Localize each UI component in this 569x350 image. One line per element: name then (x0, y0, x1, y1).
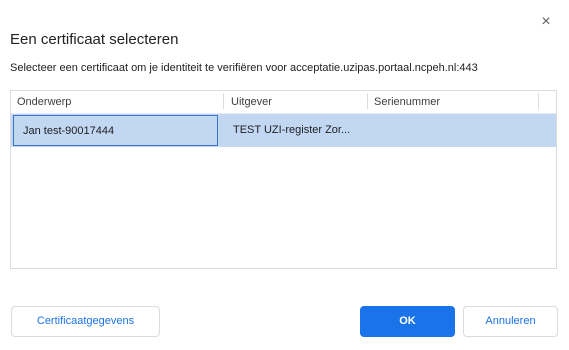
column-divider[interactable] (367, 93, 368, 109)
certificate-table: Onderwerp Uitgever Serienummer Jan test-… (10, 90, 557, 269)
cancel-button[interactable]: Annuleren (463, 306, 558, 337)
column-header-serial[interactable]: Serienummer (374, 91, 440, 113)
dialog-subtitle: Selecteer een certificaat om je identite… (10, 62, 478, 74)
column-divider[interactable] (223, 93, 224, 109)
ok-button[interactable]: OK (360, 306, 455, 337)
dialog-title: Een certificaat selecteren (10, 31, 179, 48)
column-header-subject[interactable]: Onderwerp (17, 91, 71, 113)
column-divider[interactable] (538, 93, 539, 109)
table-row[interactable]: Jan test-90017444 TEST UZI-register Zor.… (11, 114, 556, 147)
cell-issuer[interactable]: TEST UZI-register Zor... (233, 114, 350, 147)
close-icon[interactable]: × (538, 14, 554, 30)
table-header: Onderwerp Uitgever Serienummer (11, 91, 556, 114)
certificate-details-button[interactable]: Certificaatgegevens (11, 306, 160, 337)
cell-subject[interactable]: Jan test-90017444 (13, 115, 218, 146)
column-header-issuer[interactable]: Uitgever (231, 91, 272, 113)
